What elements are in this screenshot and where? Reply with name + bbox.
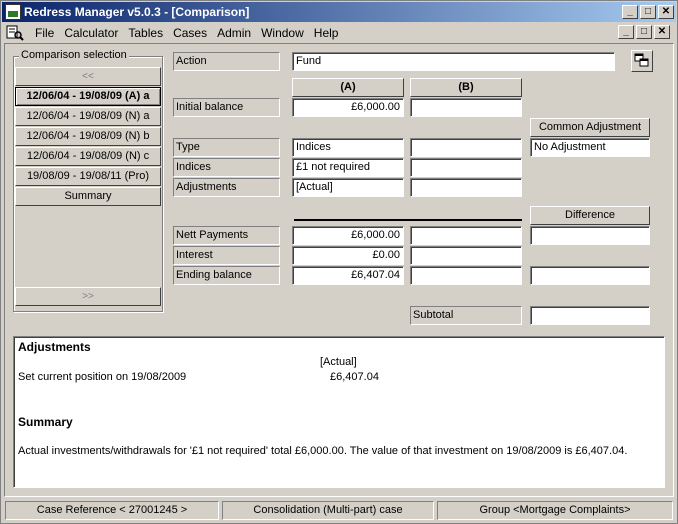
window-title: Redress Manager v5.0.3 - [Comparison]	[24, 5, 250, 19]
ending-balance-a-field[interactable]: £6,407.04	[292, 266, 404, 285]
report-panel[interactable]: Adjustments [Actual] Set current positio…	[13, 336, 665, 488]
mdi-minimize-button[interactable]: _	[618, 25, 634, 39]
minimize-button[interactable]: _	[622, 5, 638, 19]
status-group: Group <Mortgage Complaints>	[437, 501, 673, 520]
comparison-item[interactable]: 19/08/09 - 19/08/11 (Pro)	[15, 167, 161, 186]
menu-tables[interactable]: Tables	[123, 26, 168, 40]
type-a-field[interactable]: Indices	[292, 138, 404, 157]
comparison-panel: Comparison selection << 12/06/04 - 19/08…	[4, 43, 674, 497]
comparison-item[interactable]: 12/06/04 - 19/08/09 (N) a	[15, 107, 161, 126]
comparison-item[interactable]: 12/06/04 - 19/08/09 (N) b	[15, 127, 161, 146]
comparison-item[interactable]: 12/06/04 - 19/08/09 (N) c	[15, 147, 161, 166]
mdi-close-button[interactable]: ✕	[654, 25, 670, 39]
ending-balance-b-field[interactable]	[410, 266, 522, 285]
ending-balance-label: Ending balance	[173, 266, 280, 285]
status-bar: Case Reference < 27001245 > Consolidatio…	[2, 499, 676, 521]
initial-balance-a-field[interactable]: £6,000.00	[292, 98, 404, 117]
report-summary-text: Actual investments/withdrawals for '£1 n…	[18, 445, 628, 457]
interest-a-field[interactable]: £0.00	[292, 246, 404, 265]
type-b-field[interactable]	[410, 138, 522, 157]
close-button[interactable]: ✕	[658, 5, 674, 19]
copy-windows-icon[interactable]	[631, 50, 653, 72]
report-position-value: £6,407.04	[330, 371, 379, 383]
nett-payments-label: Nett Payments	[173, 226, 280, 245]
menu-cases[interactable]: Cases	[168, 26, 212, 40]
mdi-restore-button[interactable]: □	[636, 25, 652, 39]
nett-payments-difference-field[interactable]	[530, 226, 650, 245]
next-button[interactable]: >>	[15, 287, 161, 306]
type-label: Type	[173, 138, 280, 157]
indices-b-field[interactable]	[410, 158, 522, 177]
report-summary-heading: Summary	[18, 415, 73, 429]
menu-window[interactable]: Window	[256, 26, 309, 40]
indices-label: Indices	[173, 158, 280, 177]
comparison-item[interactable]: 12/06/04 - 19/08/09 (A) a	[15, 87, 161, 106]
totals-rule	[294, 219, 522, 221]
nett-payments-a-field[interactable]: £6,000.00	[292, 226, 404, 245]
mdi-controls: _ □ ✕	[618, 25, 672, 39]
initial-balance-b-field[interactable]	[410, 98, 522, 117]
nett-payments-b-field[interactable]	[410, 226, 522, 245]
report-actual-column-header: [Actual]	[320, 356, 357, 368]
app-icon	[5, 4, 21, 20]
ending-balance-difference-field[interactable]	[530, 266, 650, 285]
comparison-summary-item[interactable]: Summary	[15, 187, 161, 206]
report-position-text: Set current position on 19/08/2009	[18, 371, 187, 383]
adjustments-a-field[interactable]: [Actual]	[292, 178, 404, 197]
subtotal-label: Subtotal	[410, 306, 522, 325]
column-b-header: (B)	[410, 78, 522, 97]
comparison-selection-legend: Comparison selection	[19, 49, 129, 61]
menu-calculator[interactable]: Calculator	[59, 26, 123, 40]
comparison-selection-group: Comparison selection << 12/06/04 - 19/08…	[13, 49, 163, 312]
report-adjustments-heading: Adjustments	[18, 340, 91, 354]
adjustments-b-field[interactable]	[410, 178, 522, 197]
status-case-reference: Case Reference < 27001245 >	[5, 501, 219, 520]
previous-button[interactable]: <<	[15, 67, 161, 86]
action-label: Action	[173, 52, 280, 71]
action-field[interactable]: Fund	[292, 52, 615, 71]
menu-admin[interactable]: Admin	[212, 26, 256, 40]
initial-balance-label: Initial balance	[173, 98, 280, 117]
adjustments-label: Adjustments	[173, 178, 280, 197]
menu-file[interactable]: File	[30, 26, 59, 40]
interest-b-field[interactable]	[410, 246, 522, 265]
document-search-icon[interactable]	[6, 25, 24, 41]
subtotal-field[interactable]	[530, 306, 650, 325]
interest-label: Interest	[173, 246, 280, 265]
common-adjustment-header: Common Adjustment	[530, 118, 650, 137]
app-window: Redress Manager v5.0.3 - [Comparison] _ …	[0, 0, 678, 524]
menu-help[interactable]: Help	[309, 26, 344, 40]
common-adjustment-field[interactable]: No Adjustment	[530, 138, 650, 157]
difference-header: Difference	[530, 206, 650, 225]
indices-a-field[interactable]: £1 not required	[292, 158, 404, 177]
column-a-header: (A)	[292, 78, 404, 97]
status-consolidation: Consolidation (Multi-part) case	[222, 501, 434, 520]
menu-bar: File Calculator Tables Cases Admin Windo…	[2, 23, 676, 42]
maximize-button[interactable]: □	[640, 5, 656, 19]
title-bar[interactable]: Redress Manager v5.0.3 - [Comparison] _ …	[2, 2, 676, 22]
